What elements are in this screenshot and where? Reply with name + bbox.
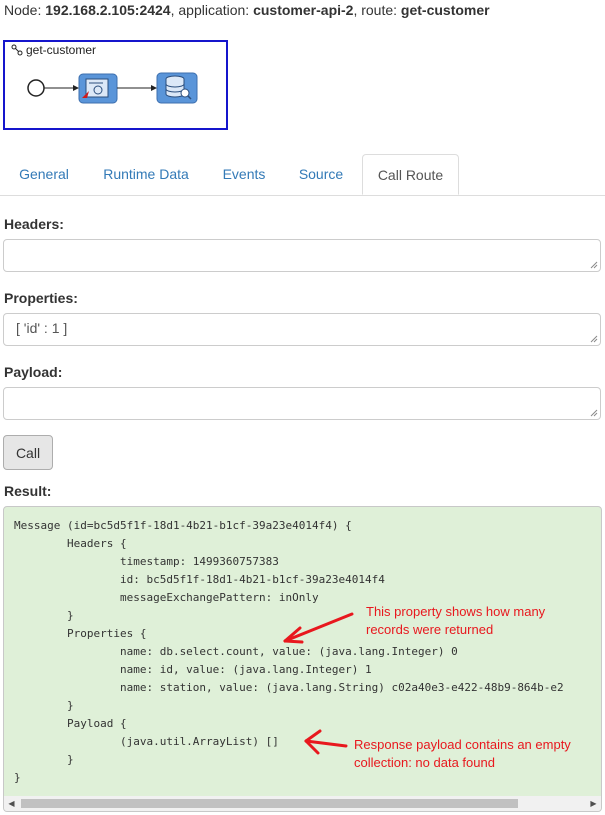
application-prefix: , application: xyxy=(170,2,254,18)
route-name: get-customer xyxy=(400,2,490,18)
resize-handle-icon[interactable] xyxy=(590,409,598,417)
route-header: Node: 192.168.2.105:2424, application: c… xyxy=(4,2,490,18)
resize-handle-icon[interactable] xyxy=(590,335,598,343)
resize-handle-icon[interactable] xyxy=(590,261,598,269)
headers-label: Headers: xyxy=(4,216,64,232)
route-diagram-title-text: get-customer xyxy=(26,43,97,57)
payload-field[interactable] xyxy=(3,387,601,420)
horizontal-scrollbar[interactable]: ◀ ▶ xyxy=(4,796,601,811)
flow-arrowhead-1 xyxy=(73,85,79,91)
payload-label: Payload: xyxy=(4,364,63,380)
tab-call-route[interactable]: Call Route xyxy=(362,154,459,195)
payload-annotation-line-1: Response payload contains an empty xyxy=(354,737,571,752)
processor-node-icon[interactable] xyxy=(78,73,118,104)
database-node-icon[interactable] xyxy=(156,72,198,104)
node-address: 192.168.2.105:2424 xyxy=(45,2,171,18)
payload-annotation-line-2: collection: no data found xyxy=(354,755,495,770)
flow-arrowhead-2 xyxy=(151,85,157,91)
properties-label: Properties: xyxy=(4,290,78,306)
property-annotation-line-1: This property shows how many xyxy=(366,604,546,619)
tab-events[interactable]: Events xyxy=(208,154,280,195)
call-button[interactable]: Call xyxy=(3,435,53,470)
route-diagram-title: get-customer xyxy=(11,43,96,57)
scroll-left-icon[interactable]: ◀ xyxy=(4,796,19,811)
route-icon xyxy=(11,44,23,56)
route-prefix: , route: xyxy=(353,2,401,18)
properties-field[interactable]: [ 'id' : 1 ] xyxy=(3,313,601,346)
tab-general[interactable]: General xyxy=(4,154,84,195)
application-name: customer-api-2 xyxy=(253,2,354,18)
scrollbar-thumb[interactable] xyxy=(21,799,518,808)
result-label: Result: xyxy=(4,483,52,499)
route-diagram[interactable]: get-customer xyxy=(3,40,228,130)
property-annotation-line-2: records were returned xyxy=(366,622,494,637)
node-prefix: Node: xyxy=(4,2,46,18)
payload-annotation: Response payload contains an empty colle… xyxy=(354,736,571,772)
route-start-icon xyxy=(27,79,45,97)
headers-field[interactable] xyxy=(3,239,601,272)
scroll-right-icon[interactable]: ▶ xyxy=(586,796,601,811)
tab-source[interactable]: Source xyxy=(284,154,358,195)
tab-bar: General Runtime Data Events Source Call … xyxy=(0,154,605,196)
properties-value: [ 'id' : 1 ] xyxy=(16,320,68,336)
property-annotation: This property shows how many records wer… xyxy=(366,603,545,639)
tab-runtime-data[interactable]: Runtime Data xyxy=(88,154,204,195)
